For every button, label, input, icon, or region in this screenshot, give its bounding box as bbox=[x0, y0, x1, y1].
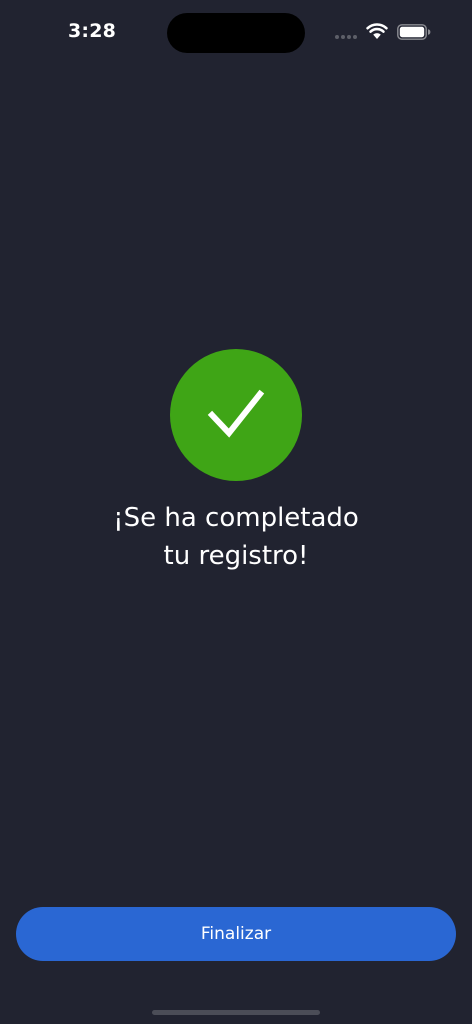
signal-dots-icon bbox=[335, 35, 357, 39]
success-message: ¡Se ha completado tu registro! bbox=[60, 499, 412, 575]
battery-icon bbox=[397, 24, 431, 40]
status-bar: 3:28 bbox=[0, 0, 472, 64]
dynamic-island bbox=[167, 13, 305, 53]
finish-button[interactable]: Finalizar bbox=[16, 907, 456, 961]
success-circle bbox=[170, 349, 302, 481]
wifi-icon bbox=[366, 23, 388, 39]
home-indicator[interactable] bbox=[152, 1010, 320, 1015]
checkmark-icon bbox=[207, 389, 265, 438]
success-message-line1: ¡Se ha completado bbox=[113, 503, 359, 533]
success-message-line2: tu registro! bbox=[163, 541, 309, 571]
status-time: 3:28 bbox=[68, 20, 117, 42]
